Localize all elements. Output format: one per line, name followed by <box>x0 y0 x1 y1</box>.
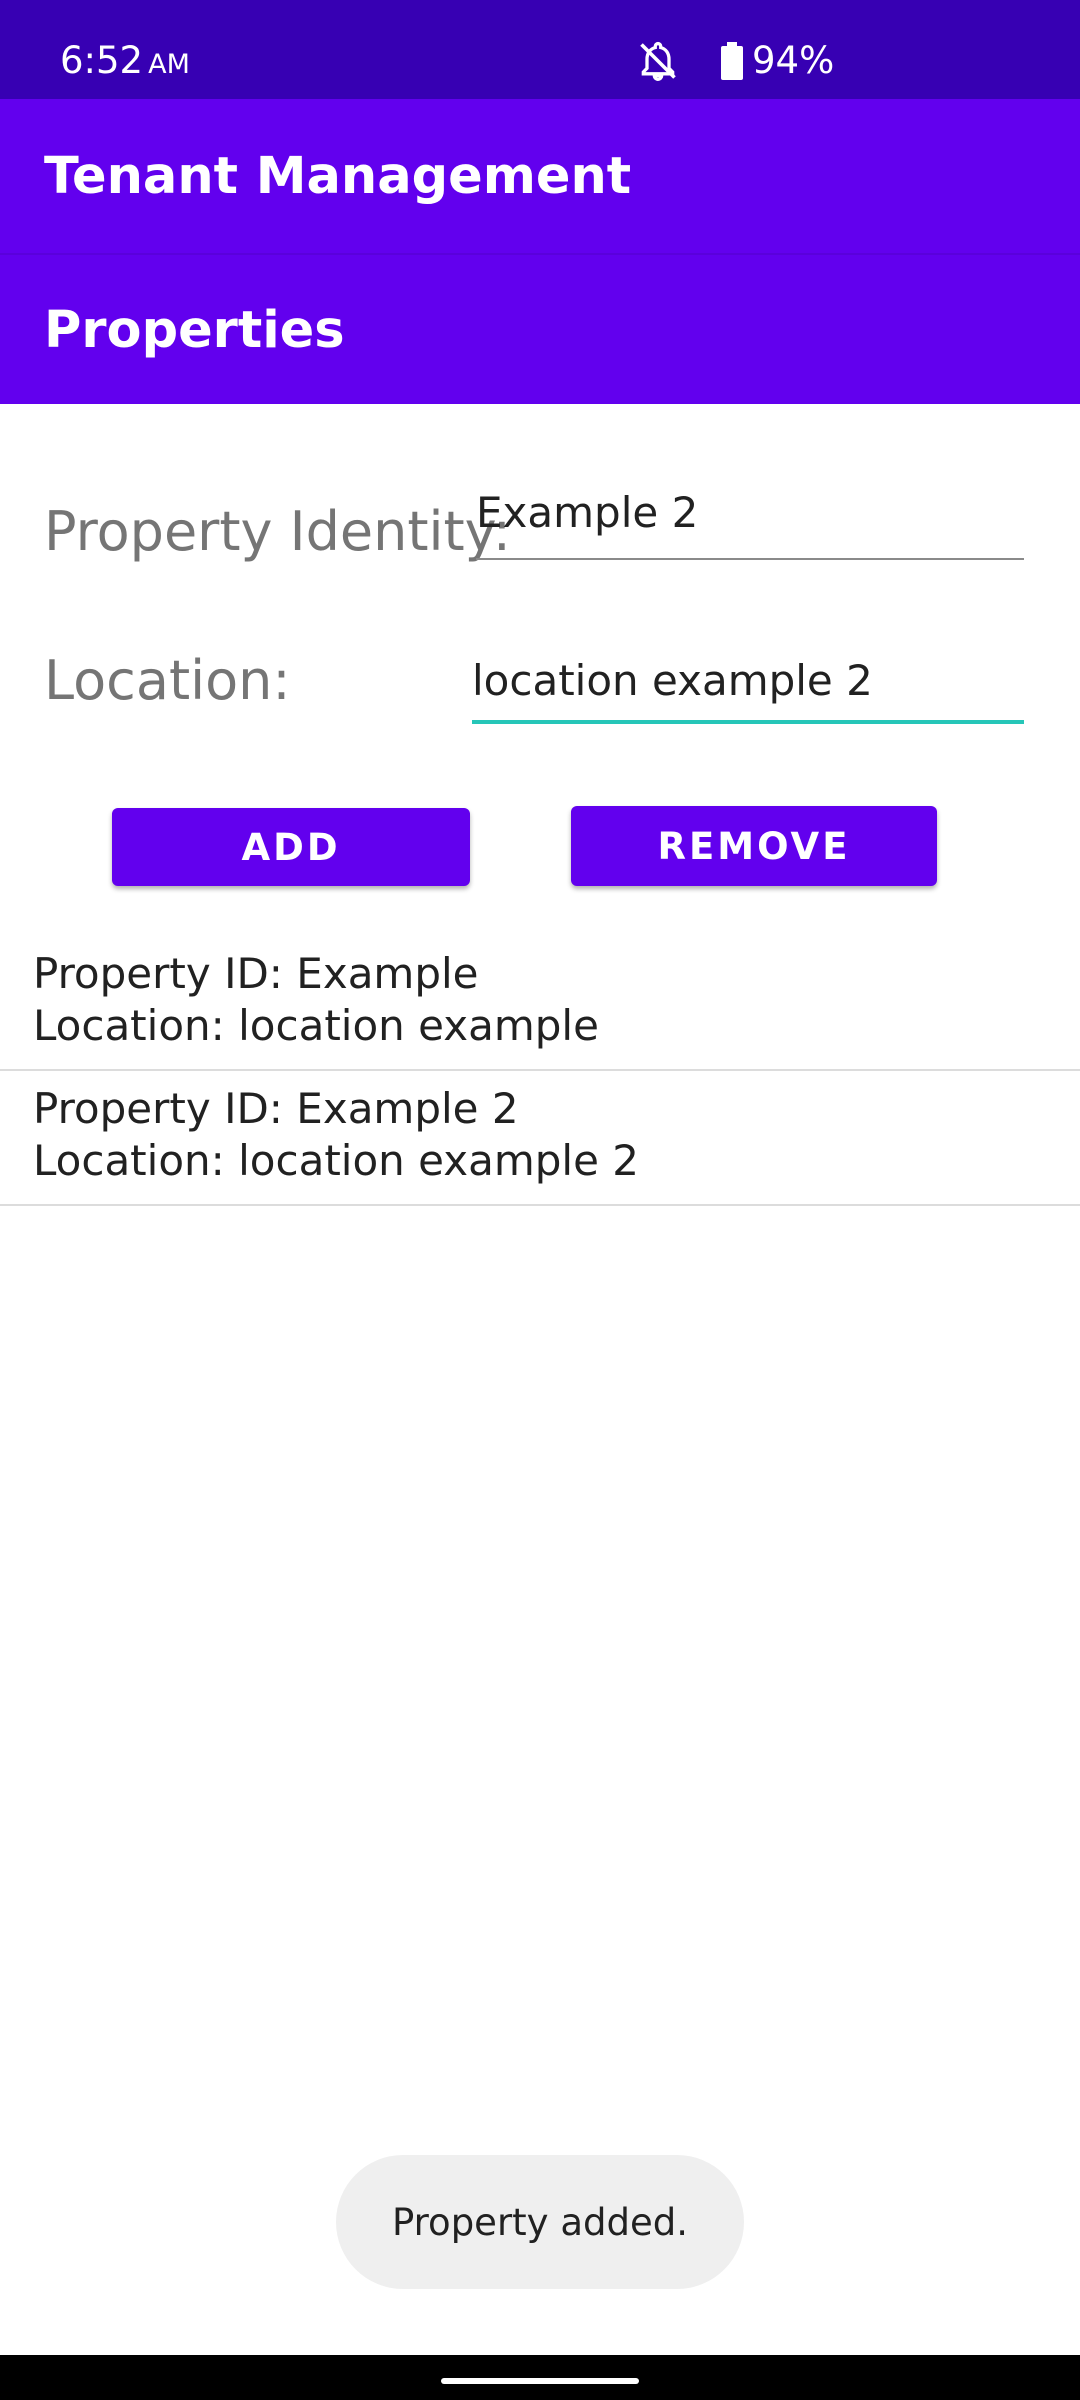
battery-icon <box>720 42 744 80</box>
section-title: Properties <box>44 301 345 360</box>
list-item[interactable]: Property ID: Example Location: location … <box>0 936 1080 1071</box>
navigation-bar <box>0 2355 1080 2400</box>
property-id-text: Property ID: Example 2 <box>33 1084 519 1133</box>
home-handle[interactable] <box>441 2378 639 2384</box>
notifications-off-icon <box>636 39 680 83</box>
add-button[interactable]: ADD <box>112 808 470 886</box>
section-header: Properties <box>0 253 1080 404</box>
location-underline <box>472 720 1024 724</box>
status-time-ampm: AM <box>148 49 190 80</box>
list-item[interactable]: Property ID: Example 2 Location: locatio… <box>0 1071 1080 1206</box>
property-identity-input[interactable] <box>476 478 1024 546</box>
status-indicators: 94% <box>636 36 834 86</box>
property-id-text: Property ID: Example <box>33 949 479 998</box>
property-location-text: Location: location example <box>33 1001 599 1050</box>
location-input[interactable] <box>472 646 1024 714</box>
location-label: Location: <box>44 649 291 712</box>
app-title: Tenant Management <box>44 147 632 206</box>
property-identity-underline <box>476 558 1024 560</box>
status-bar: 6:52 AM 94% <box>0 0 1080 99</box>
battery-percentage: 94% <box>752 39 835 82</box>
toast: Property added. <box>336 2155 744 2289</box>
property-location-text: Location: location example 2 <box>33 1136 639 1185</box>
toast-message: Property added. <box>392 2200 688 2244</box>
status-time: 6:52 AM <box>60 36 190 90</box>
app-bar: Tenant Management <box>0 99 1080 253</box>
remove-button[interactable]: REMOVE <box>571 806 937 886</box>
property-list: Property ID: Example Location: location … <box>0 936 1080 1206</box>
property-identity-label: Property Identity: <box>44 500 511 563</box>
status-time-value: 6:52 <box>60 39 144 82</box>
